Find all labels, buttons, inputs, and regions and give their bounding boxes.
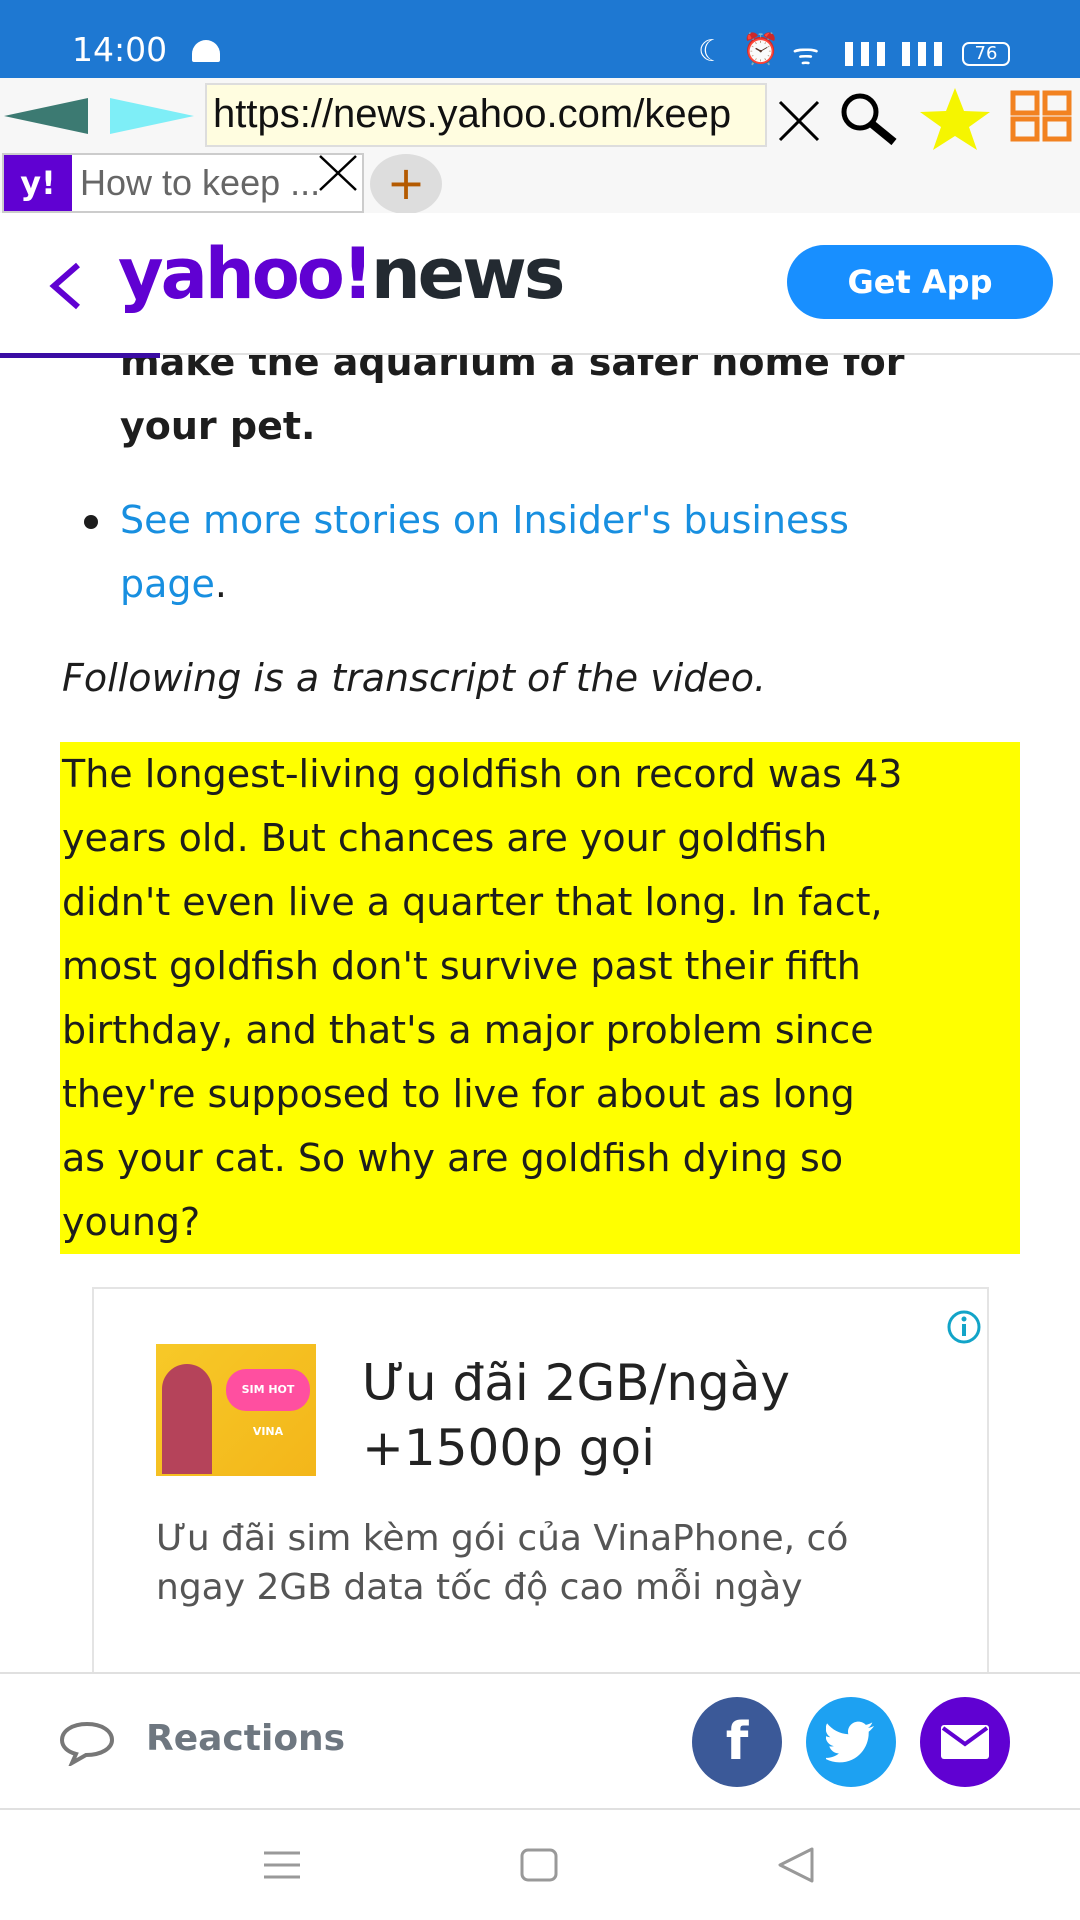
- signal-icon-2: [902, 42, 942, 66]
- ad-description: Ưu đãi sim kèm gói của VinaPhone, có nga…: [156, 1518, 849, 1608]
- paragraph-line: most goldfish don't survive past their f…: [62, 944, 861, 988]
- yahoo-news-header: yahoo!news Get App: [0, 213, 1080, 355]
- status-bar: 14:00 ☾ ⏰ ᯤ 76: [0, 0, 1080, 78]
- yahoo-favicon: y!: [4, 155, 72, 211]
- bullet-item: See more stories on Insider's business p…: [120, 498, 849, 606]
- twitter-share-button[interactable]: [806, 1697, 896, 1787]
- paragraph-line: as your cat. So why are goldfish dying s…: [62, 1136, 844, 1180]
- paragraph-line: birthday, and that's a major problem sin…: [62, 1008, 874, 1052]
- mail-share-button[interactable]: [920, 1697, 1010, 1787]
- signal-icon: [845, 42, 885, 66]
- new-tab-button[interactable]: +: [370, 154, 442, 214]
- forward-arrow-icon[interactable]: [110, 98, 194, 134]
- paragraph-line: The longest-living goldfish on record wa…: [62, 752, 903, 796]
- ad-image: SIM HOT VINA: [156, 1344, 316, 1476]
- transcript-intro: Following is a transcript of the video.: [62, 656, 767, 700]
- search-icon[interactable]: [838, 90, 900, 146]
- close-tab-icon[interactable]: [318, 154, 358, 192]
- get-app-button[interactable]: Get App: [787, 245, 1053, 319]
- reactions-label[interactable]: Reactions: [146, 1718, 345, 1759]
- back-chevron-icon[interactable]: [48, 261, 84, 311]
- wifi-icon: ᯤ: [792, 37, 820, 72]
- home-icon[interactable]: [520, 1848, 558, 1882]
- bookmark-star-icon[interactable]: [920, 88, 990, 150]
- status-time: 14:00: [72, 30, 168, 69]
- insider-business-link[interactable]: See more stories on Insider's business p…: [120, 498, 849, 606]
- twitter-icon: [826, 1721, 874, 1763]
- clear-url-icon[interactable]: [778, 100, 820, 142]
- android-icon: [192, 40, 220, 62]
- paragraph-line: they're supposed to live for about as lo…: [62, 1072, 855, 1116]
- moon-icon: ☾: [698, 34, 725, 69]
- scroll-progress-bar: [0, 353, 160, 358]
- paragraph-line: years old. But chances are your goldfish: [62, 816, 828, 860]
- url-input[interactable]: https://news.yahoo.com/keep: [205, 83, 767, 147]
- reactions-icon[interactable]: [58, 1720, 116, 1766]
- ad-title: Ưu đãi 2GB/ngày +1500p gọi: [362, 1354, 791, 1477]
- yahoo-news-logo[interactable]: yahoo!news: [118, 233, 565, 315]
- bullet: [84, 515, 98, 529]
- ad-info-icon[interactable]: [946, 1309, 982, 1345]
- paragraph-line: didn't even live a quarter that long. In…: [62, 880, 883, 924]
- battery-indicator: 76: [962, 42, 1010, 66]
- tab-title: How to keep ...: [80, 162, 321, 203]
- mail-icon: [941, 1725, 989, 1759]
- ad-card[interactable]: SIM HOT VINA Ưu đãi 2GB/ngày +1500p gọi Ư…: [92, 1287, 989, 1687]
- tab-how-to-keep[interactable]: y! How to keep ...: [2, 153, 364, 213]
- back-icon[interactable]: [776, 1846, 816, 1884]
- article-partial-line-2: your pet.: [120, 404, 316, 448]
- bottom-share-bar: Reactions f: [0, 1672, 1080, 1810]
- facebook-icon: f: [725, 1712, 749, 1772]
- menu-icon[interactable]: [262, 1850, 302, 1880]
- alarm-icon: ⏰: [742, 32, 780, 67]
- tabs-grid-icon[interactable]: [1010, 90, 1072, 142]
- facebook-share-button[interactable]: f: [692, 1697, 782, 1787]
- android-nav-bar: [0, 1810, 1080, 1920]
- back-arrow-icon[interactable]: [4, 98, 88, 134]
- highlighted-paragraph: The longest-living goldfish on record wa…: [60, 742, 1020, 1254]
- paragraph-line: young?: [62, 1200, 201, 1244]
